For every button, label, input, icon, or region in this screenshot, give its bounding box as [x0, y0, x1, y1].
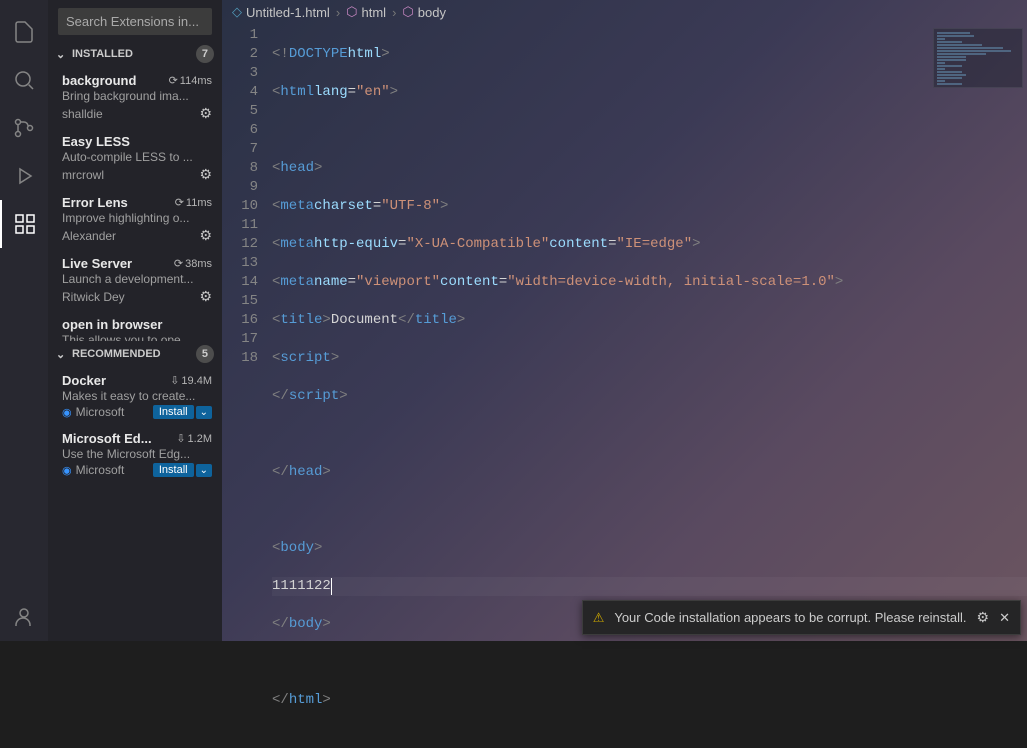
file-icon: ◇ [232, 4, 242, 20]
section-label: Installed [72, 48, 133, 60]
minimap[interactable] [933, 28, 1023, 88]
install-button[interactable]: Install [153, 405, 194, 419]
close-icon[interactable]: ✕ [999, 610, 1010, 626]
recommended-count-badge: 5 [196, 345, 214, 363]
symbol-icon: ⬡ [402, 4, 413, 20]
code-content[interactable]: <!DOCTYPE html> <html lang="en"> <head> … [272, 24, 1027, 748]
extension-item[interactable]: open in browser This allows you to ope..… [48, 311, 222, 341]
verified-icon: ◉ [62, 406, 72, 419]
activity-bar [0, 0, 48, 641]
toast-message: Your Code installation appears to be cor… [614, 610, 966, 625]
install-dropdown[interactable]: ⌄ [196, 464, 212, 477]
line-gutter: 123 456 789 101112 131415 161718 [222, 24, 272, 748]
gear-icon[interactable]: ⚙ [199, 227, 212, 244]
installed-list: background ⟳ 114ms Bring background ima..… [48, 67, 222, 341]
chevron-down-icon: ⌄ [56, 48, 70, 61]
symbol-icon: ⬡ [346, 4, 357, 20]
editor-area: ◇ Untitled-1.html › ⬡ html › ⬡ body 123 … [222, 0, 1027, 641]
extension-item[interactable]: Microsoft Ed...⇩ 1.2M Use the Microsoft … [48, 425, 222, 483]
extension-desc: Bring background ima... [62, 89, 212, 103]
chevron-down-icon: ⌄ [56, 348, 70, 361]
debug-icon[interactable] [0, 152, 48, 200]
recommended-list: Docker⇩ 19.4M Makes it easy to create...… [48, 367, 222, 641]
breadcrumb-part[interactable]: body [418, 5, 446, 20]
installed-count-badge: 7 [196, 45, 214, 63]
extension-publisher: shalldie [62, 107, 199, 121]
account-icon[interactable] [0, 593, 48, 641]
recommended-section-header[interactable]: ⌄ Recommended 5 [48, 341, 222, 367]
source-control-icon[interactable] [0, 104, 48, 152]
install-button[interactable]: Install [153, 463, 194, 477]
breadcrumb[interactable]: ◇ Untitled-1.html › ⬡ html › ⬡ body [222, 0, 1027, 24]
extension-item[interactable]: background ⟳ 114ms Bring background ima..… [48, 67, 222, 128]
extension-name: background [62, 73, 163, 88]
extension-item[interactable]: Easy LESS Auto-compile LESS to ... mrcro… [48, 128, 222, 189]
code-editor[interactable]: 123 456 789 101112 131415 161718 <!DOCTY… [222, 24, 1027, 748]
install-dropdown[interactable]: ⌄ [196, 406, 212, 419]
extensions-icon[interactable] [0, 200, 48, 248]
gear-icon[interactable]: ⚙ [977, 609, 990, 626]
extensions-sidebar: Search Extensions in... ⌄ Installed 7 ba… [48, 0, 222, 641]
verified-icon: ◉ [62, 464, 72, 477]
installed-section-header[interactable]: ⌄ Installed 7 [48, 41, 222, 67]
gear-icon[interactable]: ⚙ [199, 105, 212, 122]
gear-icon[interactable]: ⚙ [199, 288, 212, 305]
explorer-icon[interactable] [0, 8, 48, 56]
notification-toast: ⚠ Your Code installation appears to be c… [582, 600, 1021, 635]
breadcrumb-file[interactable]: Untitled-1.html [246, 5, 330, 20]
search-input[interactable]: Search Extensions in... [58, 8, 212, 35]
extension-stat: ⟳ 114ms [169, 74, 212, 87]
warning-icon: ⚠ [593, 610, 605, 626]
extension-item[interactable]: Live Server⟳ 38ms Launch a development..… [48, 250, 222, 311]
extension-item[interactable]: Docker⇩ 19.4M Makes it easy to create...… [48, 367, 222, 425]
search-icon[interactable] [0, 56, 48, 104]
breadcrumb-part[interactable]: html [362, 5, 387, 20]
extension-item[interactable]: Error Lens⟳ 11ms Improve highlighting o.… [48, 189, 222, 250]
gear-icon[interactable]: ⚙ [199, 166, 212, 183]
